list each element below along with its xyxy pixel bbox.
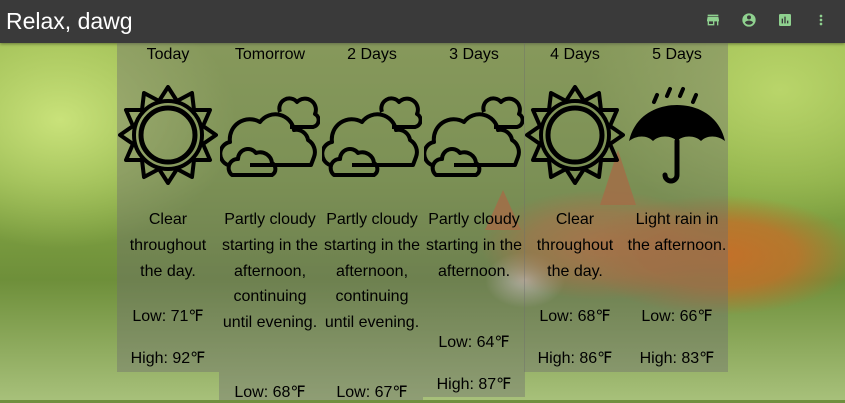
- low-temp: Low: 68℉: [234, 384, 306, 401]
- high-temp: High: 92℉: [130, 350, 206, 367]
- high-temp: High: 86℉: [537, 350, 613, 367]
- forecast-description: Clear throughout the day.: [536, 211, 614, 280]
- forecast-day-2-days: 2 Days Partly cloudy starting in the aft…: [320, 43, 423, 401]
- day-label: Tomorrow: [234, 46, 306, 63]
- forecast-day-5-days: 5 Days Light rain in the afternoon. Low:…: [626, 43, 728, 372]
- forecast-day-3-days: 3 Days Partly cloudy starting in the aft…: [422, 43, 525, 397]
- store-icon[interactable]: [705, 12, 721, 28]
- more-vert-icon[interactable]: [813, 12, 829, 28]
- low-temp: Low: 67℉: [336, 384, 408, 401]
- account-circle-icon[interactable]: [741, 12, 757, 28]
- low-temp: Low: 66℉: [641, 308, 713, 325]
- day-label: 4 Days: [550, 46, 600, 63]
- app-title: Relax, dawg: [6, 8, 133, 34]
- low-temp: Low: 64℉: [438, 334, 510, 351]
- forecast-day-today: Today Clear throughout the day. Low: 71℉…: [117, 43, 219, 372]
- sun-icon: [525, 85, 625, 185]
- forecast-day-tomorrow: Tomorrow Partly cloudy starting in the a…: [218, 43, 321, 401]
- high-temp: High: 83℉: [639, 350, 715, 367]
- forecast-description: Partly cloudy starting in the afternoon,…: [221, 211, 319, 332]
- low-temp: Low: 68℉: [539, 308, 611, 325]
- umbrella-rain-icon: [627, 85, 727, 185]
- forecast-description: Clear throughout the day.: [129, 211, 207, 280]
- forecast-day-4-days: 4 Days Clear throughout the day. Low: 68…: [524, 43, 626, 372]
- sun-icon: [118, 85, 218, 185]
- chart-icon[interactable]: [777, 12, 793, 28]
- partly-cloudy-icon: [320, 85, 423, 185]
- forecast-description: Partly cloudy starting in the afternoon.: [425, 211, 523, 280]
- forecast-description: Light rain in the afternoon.: [627, 211, 727, 254]
- partly-cloudy-icon: [218, 85, 321, 185]
- high-temp: High: 87℉: [436, 376, 512, 393]
- day-label: 2 Days: [347, 46, 397, 63]
- day-label: Today: [146, 46, 190, 63]
- partly-cloudy-icon: [422, 85, 525, 185]
- low-temp: Low: 71℉: [132, 308, 204, 325]
- day-label: 3 Days: [449, 46, 499, 63]
- day-label: 5 Days: [652, 46, 702, 63]
- app-bar: Relax, dawg: [0, 0, 845, 43]
- forecast-description: Partly cloudy starting in the afternoon,…: [323, 211, 421, 332]
